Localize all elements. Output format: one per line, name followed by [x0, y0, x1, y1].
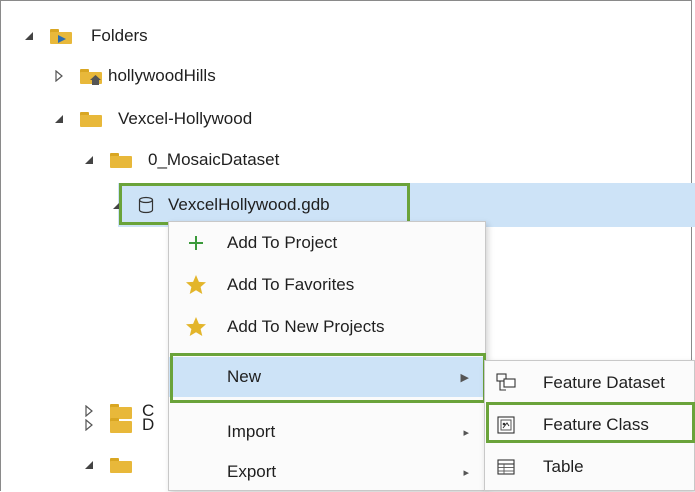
table-icon: [495, 456, 517, 478]
menu-item-label: Add To Favorites: [227, 275, 355, 294]
tree-item-label: Vexcel-Hollywood: [118, 109, 253, 128]
expanded-triangle-icon[interactable]: [82, 153, 96, 167]
new-callout-highlight: [170, 353, 486, 403]
plus-icon: [183, 230, 209, 256]
menu-item-label: Export: [227, 462, 277, 481]
folder-icon: [110, 417, 134, 434]
menu-item-add-to-project[interactable]: Add To Project: [169, 223, 485, 263]
expanded-triangle-icon[interactable]: [22, 29, 36, 43]
submenu-item-label: Feature Dataset: [543, 373, 665, 392]
collapsed-triangle-icon[interactable]: [52, 69, 66, 83]
menu-item-add-to-favorites[interactable]: Add To Favorites: [169, 265, 485, 305]
submenu-arrow-icon: ▸: [463, 426, 469, 439]
tree-item-label: hollywoodHills: [108, 66, 216, 85]
folders-icon: [50, 28, 74, 45]
tree-item-vexcel-hollywood[interactable]: Vexcel-Hollywood: [52, 105, 252, 133]
tree-item-folders[interactable]: Folders: [22, 22, 148, 50]
submenu-arrow-icon: ▸: [463, 466, 469, 479]
menu-item-export[interactable]: Export ▸: [169, 452, 485, 492]
menu-item-import[interactable]: Import ▸: [169, 412, 485, 452]
expanded-triangle-icon[interactable]: [52, 112, 66, 126]
tree-item-mosaicdataset[interactable]: 0_MosaicDataset: [82, 146, 279, 174]
home-folder-icon: [80, 68, 104, 85]
collapsed-triangle-icon[interactable]: [82, 418, 96, 432]
star-icon: [183, 314, 209, 340]
tree-item-label: 0_MosaicDataset: [148, 150, 280, 169]
folder-icon: [80, 111, 104, 128]
submenu-item-label: Table: [543, 457, 584, 476]
tree-item-d[interactable]: D: [82, 411, 154, 439]
tree-item-partial[interactable]: [82, 451, 134, 479]
feature-class-callout-highlight: [486, 402, 695, 443]
tree-item-hollywoodhills[interactable]: hollywoodHills: [52, 62, 216, 90]
tree-item-label: D: [142, 415, 155, 434]
menu-item-add-to-new-projects[interactable]: Add To New Projects: [169, 307, 485, 347]
menu-item-label: Add To New Projects: [227, 317, 385, 336]
menu-item-label: Add To Project: [227, 233, 338, 252]
menu-item-label: Import: [227, 422, 276, 441]
feature-dataset-icon: [495, 372, 517, 394]
submenu-item-feature-dataset[interactable]: Feature Dataset: [485, 363, 694, 403]
star-icon: [183, 272, 209, 298]
expanded-triangle-icon[interactable]: [82, 458, 96, 472]
submenu-item-table[interactable]: Table: [485, 447, 694, 487]
tree-item-label: Folders: [91, 26, 148, 45]
gdb-callout-highlight: [119, 183, 410, 225]
folder-icon: [110, 457, 134, 474]
folder-icon: [110, 152, 134, 169]
